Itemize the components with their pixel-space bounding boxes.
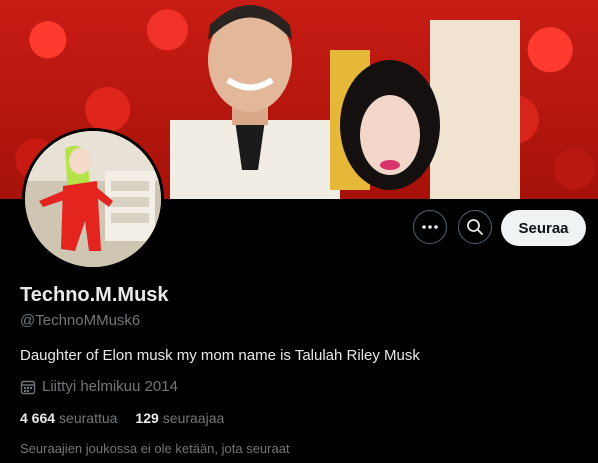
followers-you-know: Seuraajien joukossa ei ole ketään, jota …: [20, 441, 290, 456]
following-link[interactable]: 4 664 seurattua: [20, 410, 117, 426]
following-label: seurattua: [59, 410, 118, 426]
banner-photo-woman: [330, 20, 520, 199]
follow-stats: 4 664 seurattua 129 seuraajaa: [20, 410, 224, 426]
followers-count: 129: [135, 410, 159, 426]
join-date-text: Liittyi helmikuu 2014: [42, 378, 178, 395]
more-options-button[interactable]: [413, 210, 447, 244]
search-icon: [467, 219, 483, 235]
profile-bio: Daughter of Elon musk my mom name is Tal…: [20, 347, 420, 364]
profile-name: Techno.M.Musk: [20, 284, 169, 306]
calendar-icon: [20, 379, 36, 395]
join-date: Liittyi helmikuu 2014: [20, 378, 178, 395]
follow-button[interactable]: Seuraa: [501, 210, 586, 246]
followers-link[interactable]: 129 seuraajaa: [135, 410, 224, 426]
avatar-photo: [25, 131, 161, 267]
followers-label: seuraajaa: [162, 410, 225, 426]
following-count: 4 664: [20, 410, 56, 426]
profile-handle: @TechnoMMusk6: [20, 312, 141, 329]
search-profile-button[interactable]: [458, 210, 492, 244]
more-icon: [422, 225, 438, 229]
banner-photo-man: [170, 5, 340, 199]
profile-avatar[interactable]: [22, 128, 164, 270]
